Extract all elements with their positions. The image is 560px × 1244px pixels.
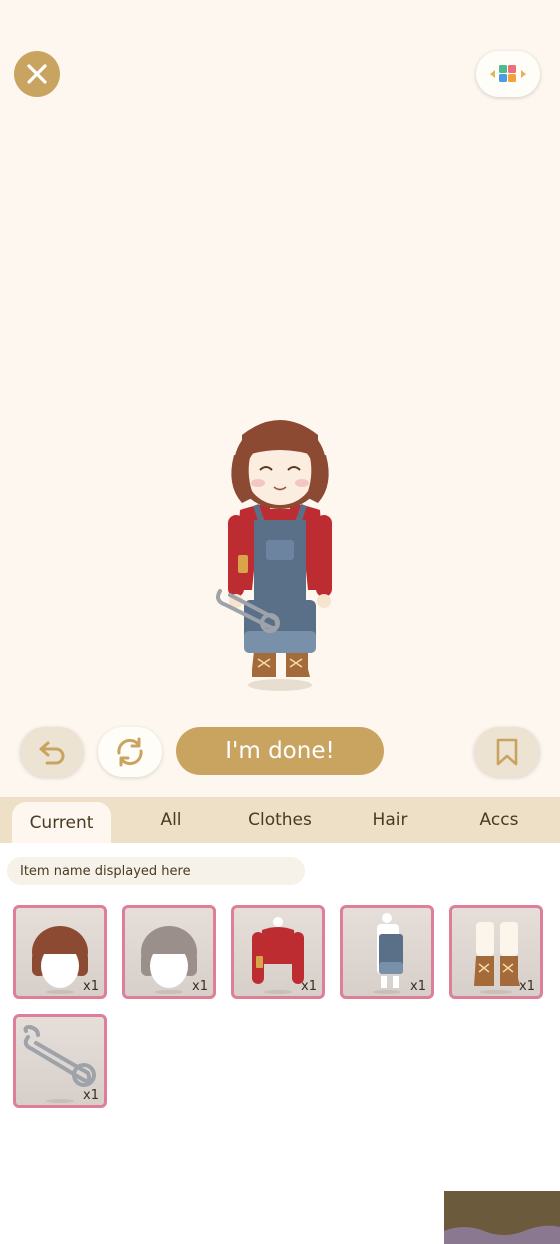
item-quantity: x1 xyxy=(83,1088,99,1103)
refresh-arrows-icon xyxy=(117,737,143,767)
character-preview-stage: I'm done! xyxy=(0,0,560,797)
randomize-button[interactable] xyxy=(98,727,162,777)
corner-decoration xyxy=(444,1191,560,1244)
tab-all-label: All xyxy=(160,810,182,830)
palette-button[interactable] xyxy=(476,51,540,97)
color-palette-icon xyxy=(490,65,526,82)
bookmark-icon xyxy=(496,738,518,766)
tab-all[interactable]: All xyxy=(131,797,211,843)
category-tab-bar: Current All Clothes Hair Accs xyxy=(0,797,560,843)
tab-clothes[interactable]: Clothes xyxy=(230,797,330,843)
item-slot-denim-overalls[interactable]: x1 xyxy=(340,905,434,999)
item-quantity: x1 xyxy=(410,979,426,994)
item-slot-red-sweater[interactable]: x1 xyxy=(231,905,325,999)
close-button[interactable] xyxy=(14,51,60,97)
tab-accs[interactable]: Accs xyxy=(458,797,540,843)
bookmark-button[interactable] xyxy=(474,727,540,777)
undo-arrow-icon xyxy=(39,741,65,765)
item-quantity: x1 xyxy=(192,979,208,994)
tab-hair-label: Hair xyxy=(372,810,408,830)
undo-button[interactable] xyxy=(20,727,84,777)
done-button[interactable]: I'm done! xyxy=(176,727,384,775)
item-slot-safety-pin[interactable]: x1 xyxy=(13,1014,107,1108)
tab-current[interactable]: Current xyxy=(12,802,111,843)
item-list-panel: Item name displayed here x1 x1 x1 x1 x1 … xyxy=(0,843,560,1244)
tab-accs-label: Accs xyxy=(479,810,519,830)
character-avatar[interactable] xyxy=(210,395,350,695)
item-name-display: Item name displayed here xyxy=(7,857,305,885)
item-quantity: x1 xyxy=(301,979,317,994)
item-quantity: x1 xyxy=(519,979,535,994)
tab-current-label: Current xyxy=(29,812,94,833)
item-slot-gray-hair[interactable]: x1 xyxy=(122,905,216,999)
item-slot-brown-hair[interactable]: x1 xyxy=(13,905,107,999)
close-x-icon xyxy=(27,64,47,84)
tab-hair[interactable]: Hair xyxy=(350,797,430,843)
item-quantity: x1 xyxy=(83,979,99,994)
item-slot-brown-boots[interactable]: x1 xyxy=(449,905,543,999)
tab-clothes-label: Clothes xyxy=(248,810,312,830)
